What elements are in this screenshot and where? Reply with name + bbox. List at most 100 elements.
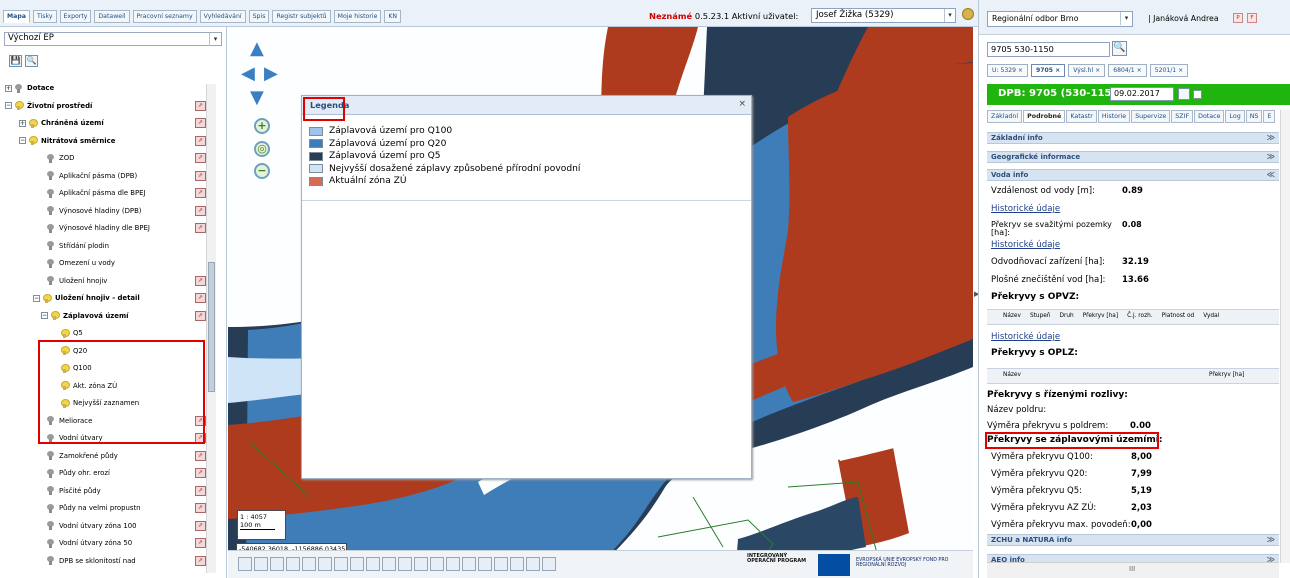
subtab-supervize[interactable]: Supervize — [1131, 110, 1171, 123]
lightbulb-icon[interactable] — [47, 153, 54, 163]
chevron-down-icon[interactable]: ≫ — [1267, 133, 1275, 142]
lightbulb-icon[interactable] — [47, 241, 54, 250]
tree-node[interactable]: ZOD — [47, 151, 74, 165]
layer-info-icon[interactable]: ⇗ — [195, 555, 206, 566]
lightbulb-icon[interactable] — [61, 328, 70, 338]
layer-info-icon[interactable]: ⇗ — [195, 520, 206, 531]
chevron-down-icon[interactable]: ▾ — [209, 33, 221, 46]
pan-up-icon[interactable]: ▲ — [250, 40, 264, 58]
draw-icon[interactable] — [334, 557, 348, 571]
layer-info-icon[interactable]: ⇗ — [195, 293, 206, 303]
help-icon[interactable] — [962, 8, 974, 20]
lightbulb-icon[interactable] — [29, 136, 38, 145]
f-button[interactable]: F — [1247, 13, 1257, 23]
lightbulb-icon[interactable] — [15, 83, 22, 93]
tree-node[interactable]: Omezení u vody — [47, 256, 115, 270]
tab-vyhled-v-n-[interactable]: Vyhledávání — [199, 10, 246, 23]
lightbulb-icon[interactable] — [15, 101, 24, 110]
chevron-down-icon[interactable]: ▾ — [944, 9, 955, 22]
layer-info-icon[interactable]: ⇗ — [195, 310, 206, 321]
collapse-icon[interactable]: − — [5, 102, 12, 109]
p-button[interactable]: P — [1233, 13, 1243, 23]
column-header[interactable]: Vydal — [1203, 313, 1219, 319]
lightbulb-icon[interactable] — [47, 451, 54, 460]
section-zchu-natura[interactable]: ZCHU a NATURA info ≫ — [987, 534, 1279, 546]
tree-node[interactable]: Půdy ohr. erozí — [47, 466, 110, 480]
section-water-info[interactable]: Voda info ≪ — [987, 169, 1279, 181]
search-icon[interactable] — [446, 557, 460, 571]
tree-node[interactable]: − Nitrátová směrnice — [19, 134, 115, 148]
lightbulb-icon[interactable] — [47, 503, 54, 513]
search-icon[interactable]: 🔍 — [25, 55, 38, 67]
refresh-icon[interactable] — [510, 557, 524, 571]
subtab-podrobné[interactable]: Podrobné — [1023, 110, 1066, 123]
lightbulb-icon[interactable] — [47, 188, 54, 198]
tree-node[interactable]: DPB se sklonitostí nad — [47, 554, 136, 568]
column-header[interactable]: Stupeň — [1030, 313, 1051, 319]
subtab-log[interactable]: Log — [1225, 110, 1245, 123]
calendar-icon[interactable] — [1178, 88, 1190, 100]
tab-tisky[interactable]: Tisky — [32, 10, 57, 23]
tree-node[interactable]: Uložení hnojiv — [47, 274, 107, 288]
collapse-icon[interactable]: − — [19, 137, 26, 144]
tree-node[interactable]: − Záplavová území — [41, 309, 129, 323]
info-tab[interactable]: Výsl.hl × — [1068, 64, 1106, 77]
expand-icon[interactable]: + — [5, 84, 12, 92]
date-checkbox[interactable] — [1193, 90, 1202, 99]
column-header[interactable]: Platnost od — [1162, 313, 1195, 319]
tab-dataweil[interactable]: Dataweil — [94, 10, 130, 23]
edit-icon[interactable] — [350, 557, 364, 571]
layer-icon[interactable] — [302, 557, 316, 571]
collapse-icon[interactable]: − — [33, 294, 40, 302]
info-tab[interactable]: 9705 × — [1031, 64, 1066, 77]
column-header[interactable]: Č.j. rozh. — [1127, 313, 1153, 319]
tree-node[interactable]: Q5 — [61, 326, 83, 340]
lightbulb-icon[interactable] — [47, 258, 54, 268]
search-icon[interactable]: 🔍 — [1112, 41, 1127, 56]
layer-info-icon[interactable]: ⇗ — [195, 275, 206, 286]
tab-moje-historie[interactable]: Moje historie — [333, 10, 382, 23]
identify-icon[interactable] — [286, 557, 300, 571]
select-icon[interactable] — [238, 557, 252, 571]
history-link[interactable]: Historické údaje — [991, 204, 1060, 214]
tab-pracovn-seznamy[interactable]: Pracovní seznamy — [132, 10, 197, 23]
section-basic-info[interactable]: Základní info ≫ — [987, 132, 1279, 144]
collapse-icon[interactable]: − — [41, 312, 48, 319]
lightbulb-icon[interactable] — [29, 118, 38, 128]
legend-header[interactable]: Legenda × — [302, 96, 751, 115]
subtab-e[interactable]: E — [1263, 110, 1276, 123]
layer-info-icon[interactable]: ⇗ — [195, 468, 206, 478]
tab-exporty[interactable]: Exporty — [59, 10, 92, 23]
tree-node[interactable]: Aplikační pásma (DPB) — [47, 169, 137, 183]
tree-node[interactable]: Půdy na velmi propustn — [47, 501, 141, 515]
history-link[interactable]: Historické údaje — [991, 240, 1060, 250]
layer-info-icon[interactable]: ⇗ — [195, 485, 206, 496]
tree-node[interactable]: − Životní prostředí — [5, 99, 92, 113]
filter-icon[interactable] — [430, 557, 444, 571]
layer-info-icon[interactable]: ⇗ — [195, 503, 206, 513]
tree-node[interactable]: Výnosové hladiny (DPB) — [47, 204, 142, 218]
chevron-down-icon[interactable]: ≫ — [1267, 535, 1275, 544]
lightbulb-icon[interactable] — [47, 206, 54, 215]
column-header[interactable]: Druh — [1059, 313, 1073, 319]
zoom-extent-icon[interactable]: ◎ — [254, 141, 270, 157]
layer-tree-scrollbar[interactable] — [206, 84, 216, 573]
info-tab[interactable]: U: 5329 × — [987, 64, 1029, 77]
layer-info-icon[interactable]: ⇗ — [195, 538, 206, 548]
column-header[interactable]: Překryv [ha] — [1083, 313, 1118, 319]
pan-icon[interactable] — [254, 557, 268, 571]
share-icon[interactable] — [478, 557, 492, 571]
info-tab[interactable]: 6804/1 × — [1108, 64, 1147, 77]
print-icon[interactable] — [366, 557, 380, 571]
lightbulb-icon[interactable] — [47, 556, 54, 565]
layer-info-icon[interactable]: ⇗ — [195, 118, 206, 128]
export-icon[interactable] — [382, 557, 396, 571]
column-header[interactable]: Překryv [ha] — [1209, 372, 1244, 378]
date-input[interactable]: 09.02.2017 — [1110, 87, 1174, 101]
layer-info-icon[interactable]: ⇗ — [195, 223, 206, 233]
save-icon[interactable]: 💾 — [9, 55, 22, 67]
lightbulb-icon[interactable] — [47, 538, 54, 548]
tree-node[interactable]: Zamokřené půdy — [47, 449, 118, 463]
map-icon[interactable] — [462, 557, 476, 571]
scroll-thumb[interactable] — [208, 262, 215, 392]
